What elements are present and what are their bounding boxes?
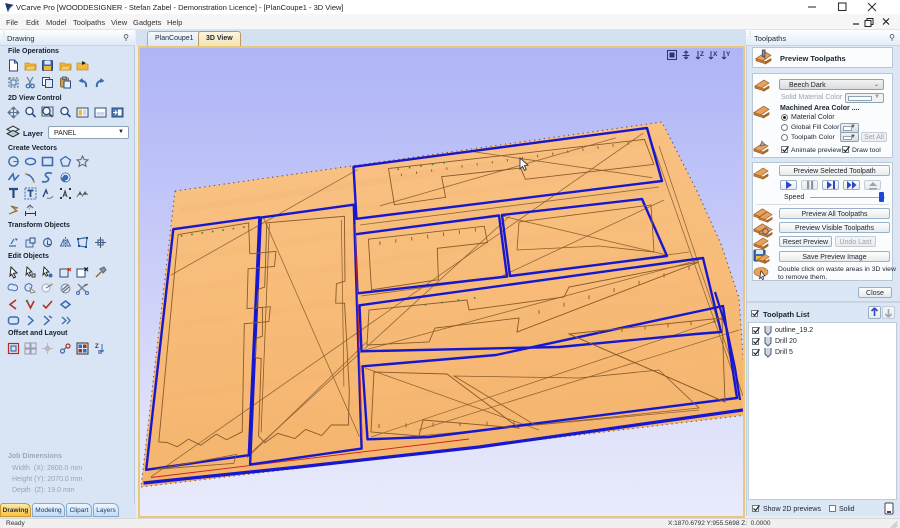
svg-text:Z: Z bbox=[95, 344, 99, 350]
svg-text:X: X bbox=[713, 51, 718, 58]
svg-text:Y: Y bbox=[726, 51, 731, 58]
svg-text:?: ? bbox=[28, 206, 31, 212]
svg-text:Z: Z bbox=[700, 51, 704, 58]
